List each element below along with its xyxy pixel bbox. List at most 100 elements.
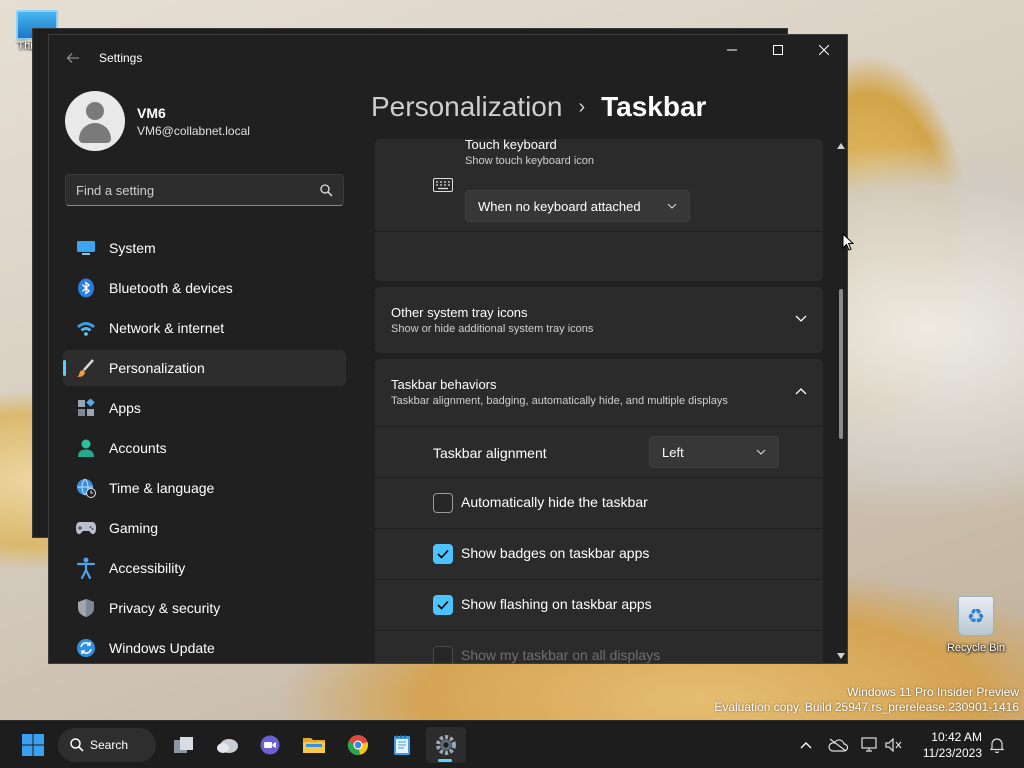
chevron-up-icon[interactable] <box>795 387 807 395</box>
nav-item-gaming[interactable]: Gaming <box>63 510 346 546</box>
accounts-icon <box>75 437 97 459</box>
nav-item-privacy[interactable]: Privacy & security <box>63 590 346 626</box>
chevron-down-icon[interactable] <box>795 315 807 323</box>
auto-hide-label: Automatically hide the taskbar <box>461 494 648 510</box>
breadcrumb-parent[interactable]: Personalization <box>371 91 562 123</box>
scroll-down-arrow-icon[interactable] <box>837 653 845 659</box>
keyboard-icon <box>433 177 453 196</box>
nav-label: Network & internet <box>109 320 225 336</box>
bell-icon <box>990 738 1004 753</box>
title-bar[interactable]: Settings <box>49 35 847 81</box>
avatar-head-icon <box>86 102 104 120</box>
taskbar-alignment-dropdown[interactable]: Left <box>649 436 779 468</box>
notepad-button[interactable] <box>384 727 420 763</box>
avatar <box>65 91 125 151</box>
profile-email: VM6@collabnet.local <box>137 123 250 138</box>
other-tray-icons-card[interactable]: Other system tray icons Show or hide add… <box>375 287 823 353</box>
accessibility-icon <box>75 557 97 579</box>
nav-label: Gaming <box>109 520 159 536</box>
nav-item-windows-update[interactable]: Windows Update <box>63 630 346 663</box>
breadcrumb-separator-icon: › <box>578 95 586 118</box>
show-badges-checkbox[interactable] <box>433 544 453 564</box>
show-hidden-icons-button[interactable] <box>796 727 816 763</box>
nav-item-network[interactable]: Network & internet <box>63 310 346 346</box>
close-button[interactable] <box>801 35 847 65</box>
touch-keyboard-dropdown[interactable]: When no keyboard attached <box>465 190 690 222</box>
chrome-icon <box>347 735 368 756</box>
content-pane: Personalization › Taskbar Touch keyboard… <box>359 81 847 663</box>
nav-label: Personalization <box>109 360 205 376</box>
nav-item-time-language[interactable]: Time & language <box>63 470 346 506</box>
settings-taskbar-button[interactable] <box>426 727 466 763</box>
apps-icon <box>75 397 97 419</box>
widgets-button[interactable] <box>210 727 246 763</box>
maximize-button[interactable] <box>755 35 801 65</box>
desktop-icon-label: Recycle Bin <box>946 642 1006 654</box>
taskbar-behaviors-header[interactable]: Taskbar behaviors Taskbar alignment, bad… <box>391 377 728 407</box>
volume-muted-icon <box>885 738 902 752</box>
meet-icon <box>260 735 280 755</box>
bluetooth-icon <box>75 277 97 299</box>
minimize-button[interactable] <box>709 35 755 65</box>
desktop-icon-recycle-bin[interactable]: ♻ Recycle Bin <box>940 596 1012 654</box>
search-icon[interactable] <box>320 183 333 197</box>
close-icon <box>819 45 829 55</box>
watermark-line-1: Windows 11 Pro Insider Preview <box>847 685 1019 699</box>
avatar-body-icon <box>79 123 111 143</box>
network-tray-button[interactable] <box>858 727 882 763</box>
row-divider <box>375 426 823 427</box>
volume-tray-button[interactable] <box>884 727 904 763</box>
scrollbar-thumb[interactable] <box>839 289 843 439</box>
search-icon <box>70 738 84 752</box>
chrome-button[interactable] <box>340 727 376 763</box>
onedrive-tray-button[interactable] <box>826 727 850 763</box>
file-explorer-button[interactable] <box>296 727 332 763</box>
check-icon <box>437 600 449 610</box>
mouse-cursor-icon <box>842 233 854 251</box>
start-icon <box>22 734 44 756</box>
nav-item-system[interactable]: System <box>63 230 346 266</box>
notifications-button[interactable] <box>986 727 1008 763</box>
file-explorer-icon <box>303 738 325 753</box>
settings-scroll-area[interactable]: Touch keyboard Show touch keyboard icon … <box>375 139 823 663</box>
weather-icon <box>217 739 238 753</box>
minimize-icon <box>727 49 737 51</box>
nav-item-bluetooth[interactable]: Bluetooth & devices <box>63 270 346 306</box>
task-view-button[interactable] <box>166 727 202 763</box>
nav-item-apps[interactable]: Apps <box>63 390 346 426</box>
nav-item-accounts[interactable]: Accounts <box>63 430 346 466</box>
other-tray-title: Other system tray icons <box>391 305 528 320</box>
search-input[interactable] <box>76 182 320 198</box>
maximize-icon <box>773 45 783 55</box>
chevron-down-icon <box>756 449 766 455</box>
user-profile[interactable]: VM6 VM6@collabnet.local <box>65 91 250 151</box>
nav-label: Apps <box>109 400 141 416</box>
start-button[interactable] <box>14 727 52 763</box>
auto-hide-checkbox[interactable] <box>433 493 453 513</box>
taskbar-clock[interactable]: 10:42 AM 11/23/2023 <box>923 729 982 761</box>
update-icon <box>75 637 97 659</box>
settings-search <box>65 174 344 206</box>
touch-keyboard-title: Touch keyboard <box>465 139 557 152</box>
nav-label: Windows Update <box>109 640 215 656</box>
back-button[interactable] <box>49 35 97 81</box>
clock-time: 10:42 AM <box>931 730 982 744</box>
nav-item-accessibility[interactable]: Accessibility <box>63 550 346 586</box>
taskbar-alignment-value: Left <box>662 444 684 460</box>
show-flashing-checkbox[interactable] <box>433 595 453 615</box>
scroll-up-arrow-icon[interactable] <box>837 143 845 149</box>
meet-button[interactable] <box>252 727 288 763</box>
all-displays-label: Show my taskbar on all displays <box>461 647 661 663</box>
taskbar-alignment-label: Taskbar alignment <box>433 445 547 461</box>
taskbar-search[interactable]: Search <box>58 728 156 762</box>
touch-keyboard-card: Touch keyboard Show touch keyboard icon … <box>375 139 823 281</box>
profile-name: VM6 <box>137 104 166 121</box>
row-divider <box>375 528 823 529</box>
nav-label: Privacy & security <box>109 600 221 616</box>
settings-icon <box>436 735 456 755</box>
nav-item-personalization[interactable]: Personalization <box>63 350 346 386</box>
row-divider <box>375 477 823 478</box>
content-scrollbar[interactable] <box>835 139 847 663</box>
system-icon <box>75 237 97 259</box>
taskbar-behaviors-subtitle: Taskbar alignment, badging, automaticall… <box>391 395 728 407</box>
